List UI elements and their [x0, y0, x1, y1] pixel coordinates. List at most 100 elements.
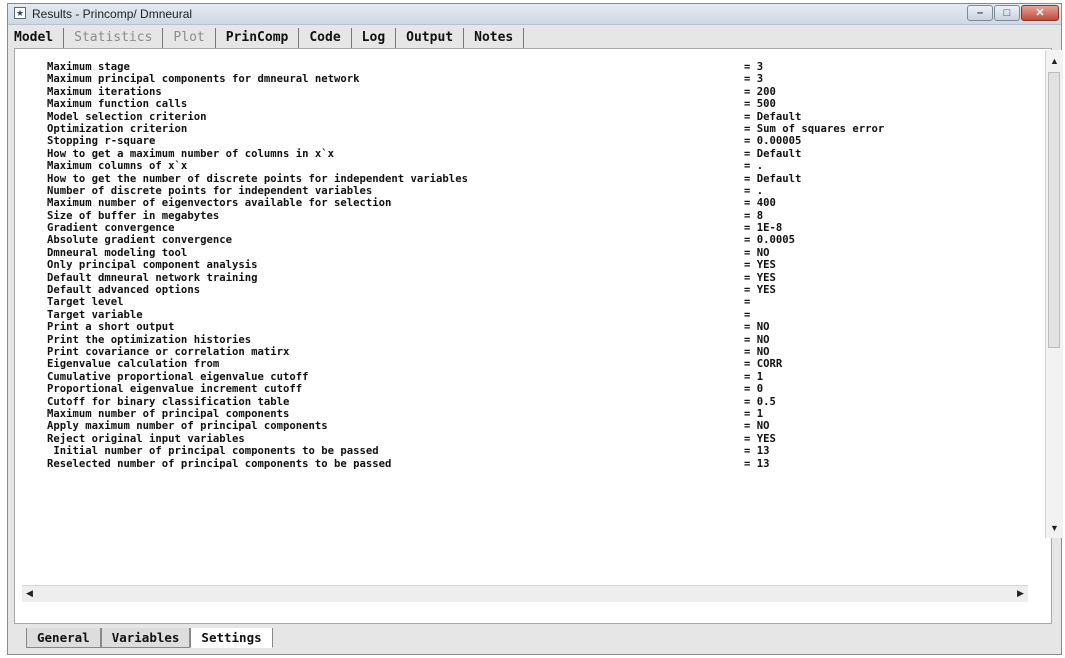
setting-label: Default advanced options [47, 284, 201, 297]
maximize-button[interactable]: □ [994, 5, 1020, 21]
close-button[interactable]: ✕ [1021, 5, 1059, 21]
setting-value: = YES [744, 432, 776, 445]
setting-label: Maximum stage [47, 61, 130, 73]
tab-settings[interactable]: Settings [190, 628, 273, 648]
setting-label: How to get a maximum number of columns i… [47, 147, 335, 160]
setting-row: Gradient convergence = 1E-8 [47, 222, 1022, 234]
setting-value: = 1 [744, 407, 764, 420]
setting-value: = 0.0005 [744, 234, 796, 247]
setting-value: = Default [744, 147, 802, 160]
vertical-scroll-thumb[interactable] [1048, 72, 1060, 348]
tab-output[interactable]: Output [396, 28, 465, 48]
setting-value: = [744, 308, 751, 321]
setting-label: Maximum iterations [47, 85, 162, 98]
setting-label: Apply maximum number of principal compon… [47, 420, 328, 433]
scroll-left-icon[interactable]: ◀ [22, 586, 37, 601]
title-bar: ★ Results - Princomp/ Dmneural – □ ✕ [8, 4, 1061, 25]
setting-row: Maximum stage = 3 [47, 61, 1022, 73]
setting-value: = NO [744, 345, 770, 358]
setting-label: Print the optimization histories [47, 333, 252, 346]
setting-value: = YES [744, 284, 776, 297]
setting-row: Only principal component analysis = YES [47, 259, 1022, 271]
tab-plot: Plot [163, 28, 216, 48]
setting-label: Cumulative proportional eigenvalue cutof… [47, 370, 309, 383]
setting-value: = NO [744, 333, 770, 346]
setting-row: Cutoff for binary classification table = … [47, 396, 1022, 408]
tab-model[interactable]: Model [12, 28, 65, 48]
scroll-down-icon[interactable]: ▼ [1047, 521, 1062, 536]
setting-row: Target variable = [47, 309, 1022, 321]
setting-value: = YES [744, 271, 776, 284]
setting-value: = 1 [744, 370, 764, 383]
property-tabs: General Variables Settings [26, 628, 273, 650]
setting-value: = Sum of squares error [744, 122, 885, 135]
settings-list: Maximum stage = 3 Maximum principal compon… [47, 61, 1022, 603]
setting-row: Maximum number of eigenvectors available… [47, 197, 1022, 209]
setting-value: = 8 [744, 209, 764, 222]
setting-label: Size of buffer in megabytes [47, 209, 220, 222]
setting-value: = 3 [744, 73, 764, 86]
result-tabs: Model Statistics Plot PrinComp Code Log … [12, 26, 525, 48]
setting-value: = 0.5 [744, 395, 776, 408]
setting-row: Target level = [47, 296, 1022, 308]
setting-label: Initial number of principal components t… [47, 445, 379, 458]
tab-notes[interactable]: Notes [464, 28, 525, 48]
setting-value: = 0.00005 [744, 135, 802, 148]
setting-row: Cumulative proportional eigenvalue cutof… [47, 371, 1022, 383]
setting-row: Default dmneural network training = YES [47, 272, 1022, 284]
scroll-right-icon[interactable]: ▶ [1013, 586, 1028, 601]
maximize-icon: □ [1003, 7, 1011, 19]
tab-general[interactable]: General [26, 628, 101, 648]
setting-value: = 400 [744, 197, 776, 210]
setting-label: Absolute gradient convergence [47, 234, 232, 247]
setting-label: Dmneural modeling tool [47, 246, 188, 259]
setting-label: Proportional eigenvalue increment cutoff [47, 383, 303, 396]
setting-row: Maximum function calls = 500 [47, 98, 1022, 110]
setting-value: = 1E-8 [744, 222, 783, 235]
vertical-scrollbar[interactable]: ▲ ▼ [1045, 50, 1063, 538]
setting-label: Maximum columns of x`x [47, 160, 188, 173]
setting-row: Maximum iterations = 200 [47, 86, 1022, 98]
horizontal-scrollbar[interactable]: ◀ ▶ [22, 585, 1028, 602]
setting-row: Number of discrete points for independen… [47, 185, 1022, 197]
setting-label: Reselected number of principal component… [47, 457, 392, 470]
setting-value: = Default [744, 110, 802, 123]
setting-label: Default dmneural network training [47, 271, 258, 284]
setting-row: Reject original input variables = YES [47, 433, 1022, 445]
setting-row: Apply maximum number of principal compon… [47, 420, 1022, 432]
setting-value: = . [744, 160, 764, 173]
setting-row: Print the optimization histories = NO [47, 334, 1022, 346]
tab-code[interactable]: Code [299, 28, 352, 48]
setting-value: = . [744, 184, 764, 197]
setting-row: Initial number of principal components t… [47, 445, 1022, 457]
setting-label: Cutoff for binary classification table [47, 395, 290, 408]
setting-row: Size of buffer in megabytes = 8 [47, 210, 1022, 222]
setting-value: = YES [744, 259, 776, 272]
setting-row: Optimization criterion = Sum of squares e… [47, 123, 1022, 135]
window-controls: – □ ✕ [966, 5, 1059, 21]
setting-label: Optimization criterion [47, 122, 188, 135]
setting-value: = [744, 296, 751, 309]
setting-label: How to get the number of discrete points… [47, 172, 468, 185]
scroll-up-icon[interactable]: ▲ [1047, 54, 1062, 69]
minimize-button[interactable]: – [967, 5, 993, 21]
setting-label: Maximum principal components for dmneura… [47, 73, 360, 86]
tab-princomp[interactable]: PrinComp [216, 28, 300, 48]
close-icon: ✕ [1035, 7, 1045, 19]
setting-label: Gradient convergence [47, 222, 175, 235]
setting-row: Proportional eigenvalue increment cutoff… [47, 383, 1022, 395]
setting-label: Print a short output [47, 321, 175, 334]
setting-label: Stopping r-square [47, 135, 156, 148]
setting-label: Eigenvalue calculation from [47, 358, 220, 371]
setting-label: Model selection criterion [47, 110, 207, 123]
setting-label: Number of discrete points for independen… [47, 184, 373, 197]
tab-variables[interactable]: Variables [100, 628, 191, 648]
setting-value: = 3 [744, 61, 764, 73]
setting-row: Absolute gradient convergence = 0.0005 [47, 234, 1022, 246]
window-title: Results - Princomp/ Dmneural [32, 7, 193, 21]
setting-value: = 500 [744, 98, 776, 111]
setting-row: Reselected number of principal component… [47, 458, 1022, 470]
setting-value: = 13 [744, 457, 770, 470]
tab-log[interactable]: Log [352, 28, 397, 48]
setting-row: Model selection criterion = Default [47, 111, 1022, 123]
